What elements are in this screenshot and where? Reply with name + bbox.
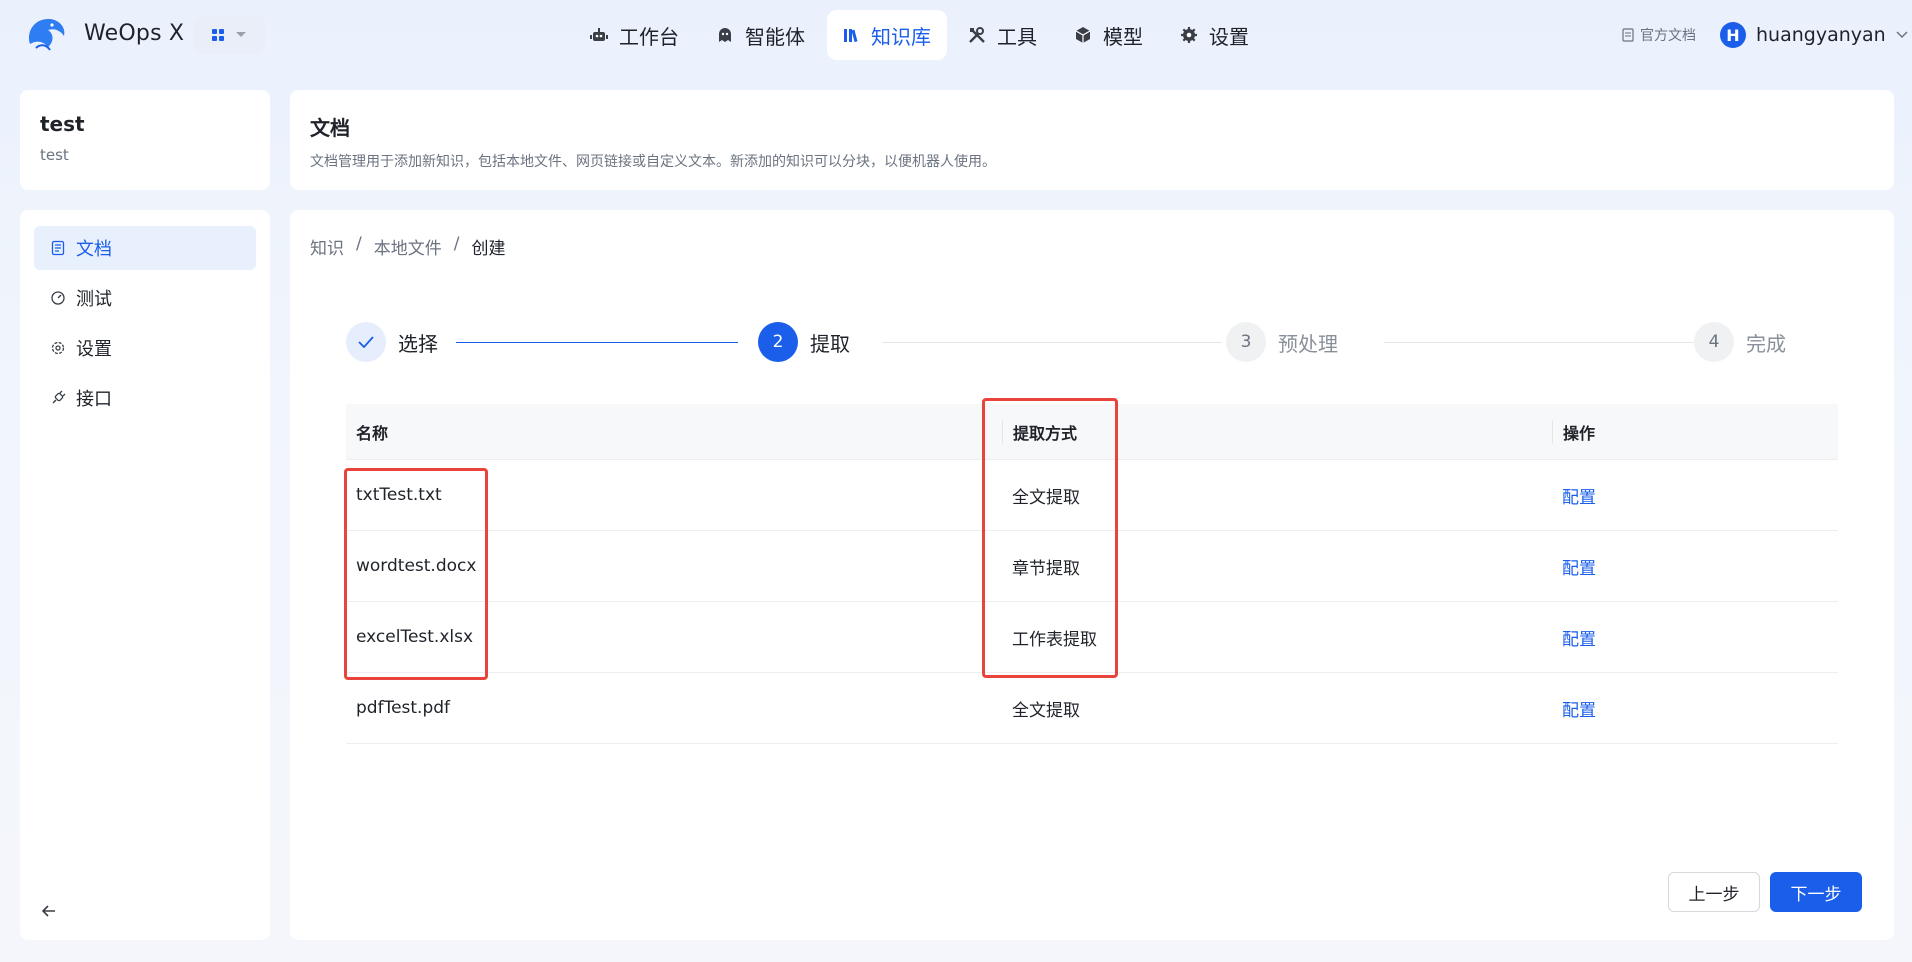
configure-link[interactable]: 配置 [1562,630,1596,650]
breadcrumb-item-knowledge[interactable]: 知识 [310,234,344,259]
nav-item-workbench[interactable]: 工作台 [575,10,695,60]
nav-item-models[interactable]: 模型 [1059,10,1159,60]
table-row: pdfTest.pdf 全文提取 配置 [346,673,1838,744]
sidebar-item-label: 测试 [76,289,112,310]
knowledge-base-card: test test [20,90,270,190]
nav-label: 工具 [997,24,1037,49]
step-label: 选择 [398,331,438,356]
next-step-button[interactable]: 下一步 [1770,872,1862,912]
highlight-box-names [344,468,488,680]
nav-label: 设置 [1209,24,1249,49]
nav-item-tools[interactable]: 工具 [953,10,1053,60]
column-header-action: 操作 [1552,419,1838,444]
page-title: 文档 [310,116,350,140]
apps-icon [212,29,224,41]
chevron-down-icon [236,32,246,37]
page-description: 文档管理用于添加新知识，包括本地文件、网页链接或自定义文本。新添加的知识可以分块… [310,154,996,170]
configure-link[interactable]: 配置 [1562,559,1596,579]
page-header: 文档 文档管理用于添加新知识，包括本地文件、网页链接或自定义文本。新添加的知识可… [290,90,1894,190]
sidebar-item-api[interactable]: 接口 [34,376,256,420]
official-docs-link[interactable]: 官方文档 [1622,25,1696,45]
document-icon [1622,28,1634,42]
settings-icon [51,341,65,355]
sidebar-item-settings[interactable]: 设置 [34,326,256,370]
step-connector [1384,342,1704,343]
arrow-left-icon[interactable] [38,900,60,922]
breadcrumb-separator: / [356,234,362,254]
breadcrumb-separator: / [453,234,460,254]
step-select: 选择 [346,322,438,362]
user-menu[interactable]: H huangyanyan [1720,22,1908,48]
nav-label: 模型 [1103,24,1143,49]
sidebar-item-label: 接口 [76,389,112,410]
sidebar-item-label: 设置 [76,339,112,360]
chevron-down-icon [1896,31,1908,39]
user-name: huangyanyan [1756,24,1886,46]
column-header-name: 名称 [356,423,389,443]
official-docs-label: 官方文档 [1640,28,1696,44]
step-connector [882,342,1222,343]
plug-icon [52,390,66,404]
step-label: 预处理 [1278,331,1338,356]
nav-item-settings[interactable]: 设置 [1165,10,1265,60]
ghost-icon [719,28,731,42]
robot-icon [590,28,608,41]
weops-logo-icon [28,18,65,51]
sidebar-item-label: 文档 [76,239,112,260]
sidebar-item-documents[interactable]: 文档 [34,226,256,270]
extract-method: 全文提取 [1012,700,1080,721]
configure-link[interactable]: 配置 [1562,701,1596,721]
breadcrumb-item-create: 创建 [471,239,506,259]
step-label: 完成 [1746,331,1786,356]
knowledge-base-description: test [40,146,69,164]
step-number: 3 [1226,322,1266,362]
avatar: H [1720,22,1746,48]
files-table: 名称 提取方式 操作 txtTest.txt 全文提取 配置 wordtest.… [344,398,1838,744]
nav-label: 知识库 [871,24,931,49]
step-number: 4 [1694,322,1734,362]
nav-item-knowledge[interactable]: 知识库 [827,10,947,60]
sidebar-item-test[interactable]: 测试 [34,276,256,320]
nav-label: 智能体 [745,24,805,49]
breadcrumb: 知识 / 本地文件 / 创建 [310,234,505,259]
nav-label: 工作台 [619,24,679,49]
gauge-icon [51,291,65,305]
file-name: pdfTest.pdf [356,698,451,718]
check-icon [346,322,386,362]
step-extract: 2 提取 [758,322,850,362]
top-bar: WeOps X 工作台 智能体 知识库 工具 模型 设置 官方文档 H huan… [0,0,1912,72]
brand-name: WeOps X [84,21,185,46]
sidebar: 文档 测试 设置 接口 [20,210,270,940]
configure-link[interactable]: 配置 [1562,488,1596,508]
highlight-box-methods [982,398,1118,678]
previous-step-button[interactable]: 上一步 [1668,872,1760,912]
step-number: 2 [758,322,798,362]
step-label: 提取 [810,331,850,356]
knowledge-base-name: test [40,112,85,136]
document-icon [51,240,65,256]
step-complete: 4 完成 [1694,322,1786,362]
app-switcher[interactable] [193,16,265,54]
step-preprocess: 3 预处理 [1226,322,1338,362]
cube-icon [1075,27,1091,43]
main-nav: 工作台 智能体 知识库 工具 模型 设置 [575,10,1265,60]
books-icon [844,29,858,43]
nav-item-agents[interactable]: 智能体 [701,10,821,60]
main-content: 知识 / 本地文件 / 创建 选择 2 提取 3 预处理 4 完成 名称 提取方… [290,210,1894,940]
step-connector [456,342,738,343]
tools-icon [969,27,985,43]
gear-icon [1181,27,1197,43]
steps-indicator: 选择 2 提取 3 预处理 4 完成 [346,322,1892,366]
breadcrumb-item-local-file[interactable]: 本地文件 [374,234,442,259]
